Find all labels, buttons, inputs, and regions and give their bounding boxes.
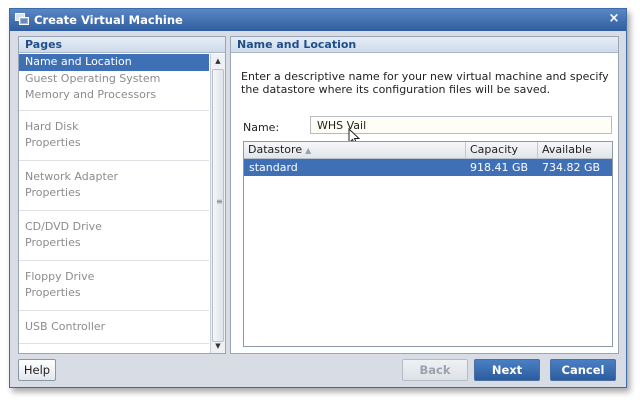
sort-ascending-icon: ▲ [305,146,312,155]
create-vm-dialog: Create Virtual Machine × Pages Name and … [9,8,627,388]
help-button[interactable]: Help [18,359,56,381]
scroll-thumb[interactable]: ≡ [212,69,224,342]
page-group: USB Controller [19,319,209,344]
page-item-floppy-drive[interactable]: Floppy Drive [19,269,209,286]
close-icon[interactable]: × [607,12,621,26]
scroll-down-arrow-icon[interactable]: ▼ [211,339,225,353]
page-item-network-adapter[interactable]: Network Adapter [19,169,209,186]
cell-capacity: 918.41 GB [470,161,529,174]
pages-scrollbar[interactable]: ▲ ≡ ▼ [210,54,225,353]
page-group: Name and Location Guest Operating System… [19,54,209,111]
page-item-memory-processors[interactable]: Memory and Processors [19,87,209,104]
cell-datastore: standard [249,161,298,174]
column-header-datastore[interactable]: Datastore ▲ [244,142,466,158]
next-button[interactable]: Next [474,359,540,381]
name-label: Name: [243,121,280,134]
page-group: CD/DVD Drive Properties [19,219,209,261]
datastore-table[interactable]: Datastore ▲ Capacity Available standard 9… [243,141,613,347]
description-text: Enter a descriptive name for your new vi… [241,70,609,96]
column-header-available[interactable]: Available [538,142,612,158]
window-title: Create Virtual Machine [34,13,183,27]
page-item-name-and-location[interactable]: Name and Location [19,54,209,71]
back-button[interactable]: Back [402,359,468,381]
cell-available: 734.82 GB [542,161,601,174]
column-header-capacity[interactable]: Capacity [466,142,538,158]
page-group: Floppy Drive Properties [19,269,209,311]
page-item-cd-dvd-properties[interactable]: Properties [19,235,209,252]
table-row[interactable]: standard 918.41 GB 734.82 GB [244,159,612,176]
main-panel: Name and Location Enter a descriptive na… [230,36,619,354]
cancel-button[interactable]: Cancel [550,359,616,381]
page-item-hard-disk-properties[interactable]: Properties [19,135,209,152]
page-item-network-properties[interactable]: Properties [19,185,209,202]
page-group: Hard Disk Properties [19,119,209,161]
page-item-guest-os[interactable]: Guest Operating System [19,71,209,88]
page-group: Network Adapter Properties [19,169,209,211]
title-bar[interactable]: Create Virtual Machine × [10,9,626,31]
main-header: Name and Location [231,37,618,53]
page-item-hard-disk[interactable]: Hard Disk [19,119,209,136]
pages-panel: Pages Name and Location Guest Operating … [18,36,226,354]
virtual-machine-icon [15,13,29,26]
table-header: Datastore ▲ Capacity Available [244,142,612,159]
page-item-floppy-properties[interactable]: Properties [19,285,209,302]
grip-icon: ≡ [216,197,223,206]
pages-list: Name and Location Guest Operating System… [19,54,209,353]
pages-header: Pages [19,37,225,53]
scroll-up-arrow-icon[interactable]: ▲ [211,54,225,68]
column-label: Datastore [248,143,303,156]
page-item-usb-controller[interactable]: USB Controller [19,319,209,336]
page-item-cd-dvd-drive[interactable]: CD/DVD Drive [19,219,209,236]
